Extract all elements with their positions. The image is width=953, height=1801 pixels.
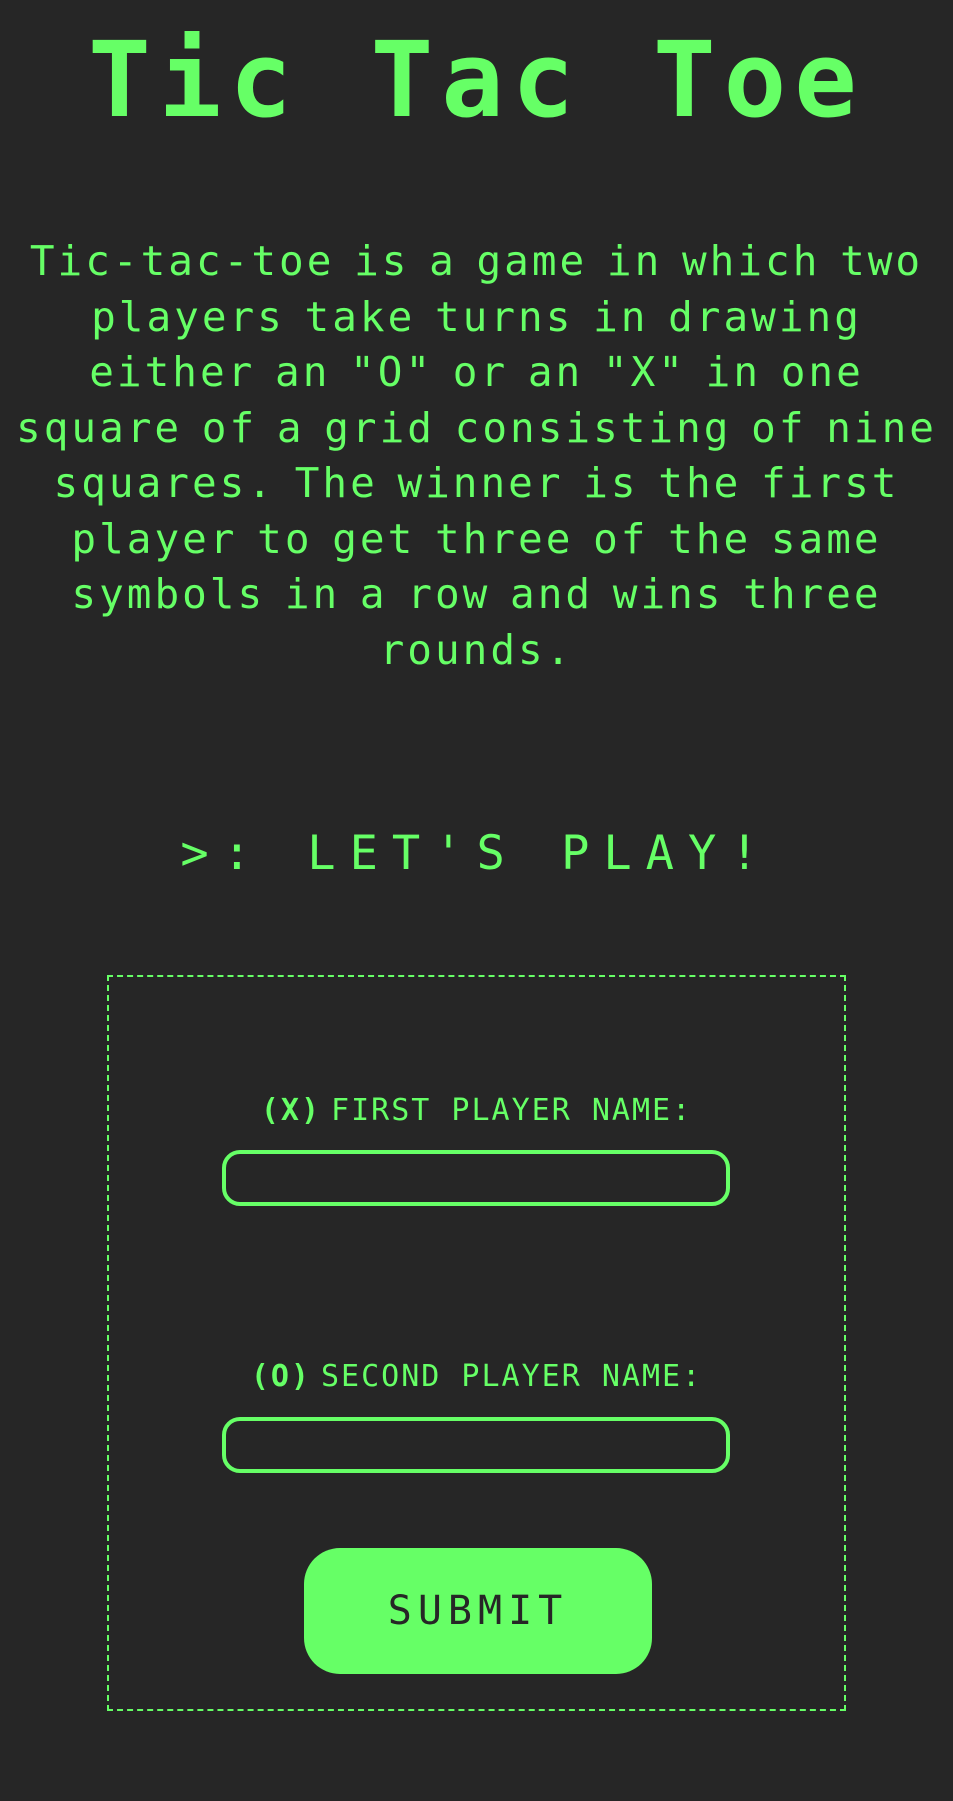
second-player-name-input[interactable]	[222, 1417, 730, 1473]
first-player-label: (X) FIRST PLAYER NAME:	[109, 1091, 844, 1131]
second-player-label: (O) SECOND PLAYER NAME:	[109, 1357, 844, 1397]
lets-play-heading: >: LET'S PLAY!	[180, 826, 773, 881]
o-mark: (O)	[250, 1359, 311, 1394]
game-description: Tic-tac-toe is a game in which two playe…	[16, 237, 937, 674]
submit-button[interactable]: SUBMIT	[304, 1548, 652, 1674]
first-player-label-text: FIRST PLAYER NAME:	[331, 1093, 693, 1128]
page-title: Tic Tac Toe	[88, 19, 865, 141]
second-player-label-text: SECOND PLAYER NAME:	[321, 1359, 703, 1394]
first-player-name-input[interactable]	[222, 1150, 730, 1206]
player-names-form: (X) FIRST PLAYER NAME: (O) SECOND PLAYER N…	[107, 975, 846, 1711]
x-mark: (X)	[260, 1093, 322, 1128]
